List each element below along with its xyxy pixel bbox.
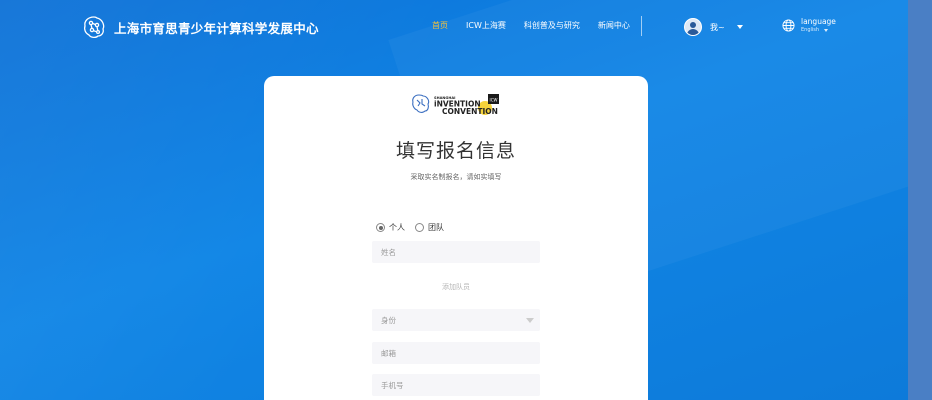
page-title: 填写报名信息 (395, 140, 516, 162)
role-select[interactable]: 身份 (372, 309, 540, 331)
nav-divider (641, 16, 642, 36)
language-switcher[interactable]: language English (782, 17, 836, 33)
radio-individual[interactable] (376, 223, 385, 232)
main-nav: 首页 ICW上海赛 科创普及与研究 新闻中心 (432, 20, 648, 31)
chevron-down-icon (526, 318, 534, 323)
name-input[interactable] (372, 241, 540, 263)
site-logo[interactable]: 上海市育思青少年计算科学发展中心 (80, 13, 319, 41)
user-name[interactable]: 我~ (710, 22, 725, 33)
radio-individual-label[interactable]: 个人 (389, 222, 405, 233)
nav-item-news[interactable]: 新闻中心 (598, 20, 630, 31)
radio-team-label[interactable]: 团队 (428, 222, 444, 233)
avatar[interactable] (684, 18, 702, 36)
chevron-down-icon[interactable] (736, 25, 743, 29)
logo-badge-text: ICW (490, 98, 498, 103)
nav-item-science-research[interactable]: 科创普及与研究 (524, 20, 580, 31)
nav-item-icw-shanghai[interactable]: ICW上海赛 (466, 20, 506, 31)
nav-item-home[interactable]: 首页 (432, 20, 448, 31)
brain-circuit-icon (83, 16, 105, 39)
top-navigation-bar: 上海市育思青少年计算科学发展中心 首页 ICW上海赛 科创普及与研究 新闻中心 … (0, 0, 908, 54)
page-subtitle: 采取实名制报名，请如实填写 (410, 173, 502, 181)
globe-icon (782, 18, 795, 32)
invention-convention-logo: ICW SHANGHAI iNVENTION CONVENTION (412, 94, 499, 116)
entry-type-radio-group: 个人 团队 (376, 222, 450, 233)
phone-input[interactable] (372, 374, 540, 396)
language-label[interactable]: language English (801, 17, 836, 33)
language-current-text: English (801, 27, 820, 33)
language-title: language (801, 17, 836, 26)
radio-team[interactable] (415, 223, 424, 232)
chevron-down-icon (824, 28, 829, 32)
scrollbar-track[interactable] (908, 0, 932, 400)
user-menu[interactable]: 我~ (684, 18, 743, 36)
role-select-placeholder: 身份 (381, 315, 396, 325)
avatar-body (687, 29, 699, 35)
avatar-head (690, 22, 696, 28)
site-title: 上海市育思青少年计算科学发展中心 (114, 20, 319, 36)
email-input[interactable] (372, 342, 540, 364)
logo-line-3: CONVENTION (442, 107, 498, 116)
registration-card: ICW SHANGHAI iNVENTION CONVENTION 填写报名信息… (264, 76, 648, 400)
add-member-link[interactable]: 添加队员 (372, 282, 540, 292)
language-current: English (801, 27, 836, 33)
